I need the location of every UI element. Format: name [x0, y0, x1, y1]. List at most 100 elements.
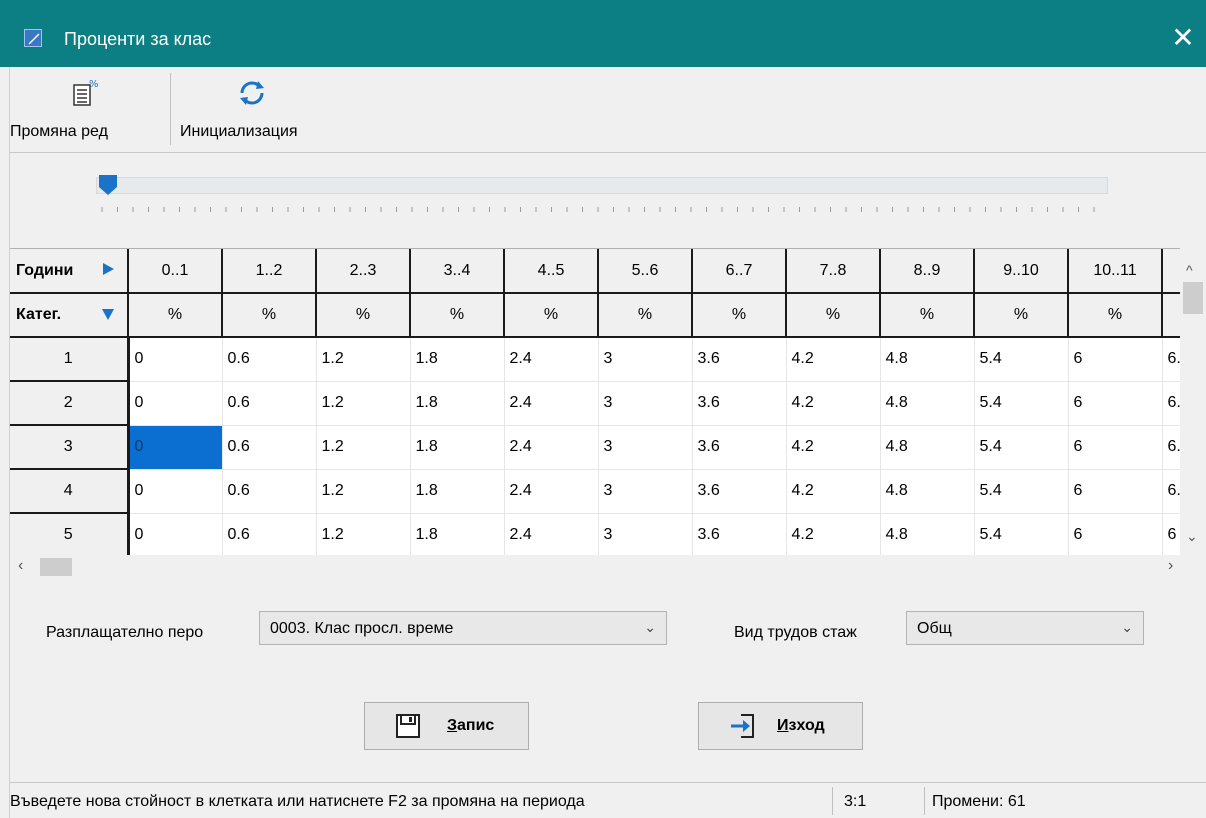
grid-cell[interactable]: 3	[598, 469, 693, 514]
grid-row-header[interactable]: 4	[10, 469, 130, 514]
grid-cell[interactable]: 1.8	[410, 381, 505, 426]
grid-cell[interactable]: 0	[128, 337, 223, 382]
grid-cell[interactable]: 5.4	[974, 469, 1069, 514]
grid-unit-header: %	[128, 293, 223, 338]
grid-cell[interactable]: 6	[1068, 513, 1163, 558]
grid-cell[interactable]: 5.4	[974, 513, 1069, 558]
exit-button[interactable]: Изход	[698, 702, 863, 750]
grid-cell[interactable]: 4.8	[880, 337, 975, 382]
grid-row-header[interactable]: 5	[10, 513, 130, 558]
grid-cell[interactable]: 1.2	[316, 337, 411, 382]
grid-column-header[interactable]: 4..5	[504, 249, 599, 294]
grid-cell[interactable]: 0	[128, 469, 223, 514]
grid-cell[interactable]: 1.2	[316, 513, 411, 558]
grid-cell[interactable]: 5.4	[974, 381, 1069, 426]
grid-cell[interactable]: 2.4	[504, 425, 599, 470]
grid-cell[interactable]: 1.8	[410, 513, 505, 558]
grid-cell[interactable]: 4.8	[880, 381, 975, 426]
grid-cell[interactable]: 5.4	[974, 425, 1069, 470]
grid-column-header[interactable]: 2..3	[316, 249, 411, 294]
grid-cell[interactable]: 0.6	[222, 337, 317, 382]
grid-cell[interactable]: 5.4	[974, 337, 1069, 382]
scroll-up-icon[interactable]: ^	[1186, 262, 1193, 278]
grid-horizontal-scrollbar[interactable]: ‹ ›	[10, 555, 1206, 580]
grid-vertical-scrollbar[interactable]: ^ ⌄	[1180, 248, 1206, 558]
grid-unit-header: %	[974, 293, 1069, 338]
grid-column-header[interactable]: 8..9	[880, 249, 975, 294]
grid-cell[interactable]: 1.2	[316, 469, 411, 514]
grid-cell[interactable]: 3	[598, 381, 693, 426]
scroll-right-icon[interactable]: ›	[1168, 557, 1173, 575]
grid-cell[interactable]: 4.2	[786, 425, 881, 470]
grid-cell[interactable]: 6	[1068, 469, 1163, 514]
grid-cell[interactable]: 4.8	[880, 513, 975, 558]
grid-cell[interactable]: 0.6	[222, 469, 317, 514]
grid-column-header[interactable]: 3..4	[410, 249, 505, 294]
grid-cell[interactable]: 6	[1068, 337, 1163, 382]
grid-column-header[interactable]: 5..6	[598, 249, 693, 294]
grid-cell[interactable]: 4.8	[880, 469, 975, 514]
grid-cell[interactable]: 2.4	[504, 469, 599, 514]
grid-cell[interactable]: 1.2	[316, 425, 411, 470]
grid-cell[interactable]: 4.2	[786, 513, 881, 558]
grid-row-header[interactable]: 3	[10, 425, 130, 470]
grid-cell[interactable]: 6	[1068, 381, 1163, 426]
status-divider	[924, 787, 925, 815]
grid-cell[interactable]: 0	[128, 381, 223, 426]
scroll-down-icon[interactable]: ⌄	[1186, 528, 1198, 545]
grid-cell[interactable]: 3.6	[692, 425, 787, 470]
grid-cell[interactable]: 4.2	[786, 469, 881, 514]
grid-cell[interactable]: 1.8	[410, 469, 505, 514]
grid-cell[interactable]: 2.4	[504, 513, 599, 558]
pay-item-combobox[interactable]: 0003. Клас просл. време ⌄	[259, 611, 667, 645]
grid-column-header[interactable]: 7..8	[786, 249, 881, 294]
grid-cell[interactable]: 4.2	[786, 381, 881, 426]
grid-cell[interactable]: 2.4	[504, 337, 599, 382]
grid-cell[interactable]: 4.2	[786, 337, 881, 382]
scroll-left-icon[interactable]: ‹	[18, 557, 23, 575]
period-slider-track[interactable]	[96, 177, 1108, 194]
grid-cell-selected[interactable]: 0	[128, 425, 223, 470]
grid-cell[interactable]: 3	[598, 513, 693, 558]
grid-column-header[interactable]: 10..11	[1068, 249, 1163, 294]
grid-cell[interactable]: 1.8	[410, 337, 505, 382]
triangle-down-icon[interactable]	[101, 307, 115, 321]
period-slider-thumb[interactable]	[99, 171, 119, 199]
percentages-table: Години 0..1 1..2 2..3 3..4 4..5 5..6 6..7 7..8 8.…	[10, 249, 1199, 558]
grid-cell[interactable]: 0.6	[222, 381, 317, 426]
initialization-label: Инициализация	[180, 123, 298, 140]
grid-cell[interactable]: 3	[598, 337, 693, 382]
grid-column-header[interactable]: 0..1	[128, 249, 223, 294]
grid-cell[interactable]: 0.6	[222, 513, 317, 558]
save-button[interactable]: Запис	[364, 702, 529, 750]
grid-cell[interactable]: 0.6	[222, 425, 317, 470]
grid-cell[interactable]: 3	[598, 425, 693, 470]
grid-corner-years[interactable]: Години	[10, 249, 129, 294]
grid-cell[interactable]: 0	[128, 513, 223, 558]
grid-cell[interactable]: 1.8	[410, 425, 505, 470]
vertical-scroll-thumb[interactable]	[1183, 282, 1203, 314]
close-icon[interactable]: ✕	[1160, 18, 1206, 58]
grid-row-header[interactable]: 1	[10, 337, 130, 382]
grid-column-header[interactable]: 6..7	[692, 249, 787, 294]
exit-arrow-icon	[731, 714, 754, 738]
change-row-button[interactable]: % Промяна ред	[10, 67, 160, 151]
grid-column-header[interactable]: 9..10	[974, 249, 1069, 294]
seniority-combobox[interactable]: Общ ⌄	[906, 611, 1144, 645]
horizontal-scroll-thumb[interactable]	[40, 558, 72, 576]
grid-cell[interactable]: 3.6	[692, 381, 787, 426]
triangle-right-icon[interactable]	[101, 262, 115, 276]
grid-cell[interactable]: 3.6	[692, 469, 787, 514]
grid-cell[interactable]: 3.6	[692, 513, 787, 558]
grid-cell[interactable]: 2.4	[504, 381, 599, 426]
grid-unit-header: %	[598, 293, 693, 338]
grid-cell[interactable]: 1.2	[316, 381, 411, 426]
grid-cell[interactable]: 4.8	[880, 425, 975, 470]
grid-row-header[interactable]: 2	[10, 381, 130, 426]
grid-corner-categories[interactable]: Катег.	[10, 293, 129, 338]
corner-categories-label: Катег.	[16, 306, 62, 323]
grid-column-header[interactable]: 1..2	[222, 249, 317, 294]
initialization-button[interactable]: Инициализация	[180, 67, 350, 151]
grid-cell[interactable]: 3.6	[692, 337, 787, 382]
grid-cell[interactable]: 6	[1068, 425, 1163, 470]
